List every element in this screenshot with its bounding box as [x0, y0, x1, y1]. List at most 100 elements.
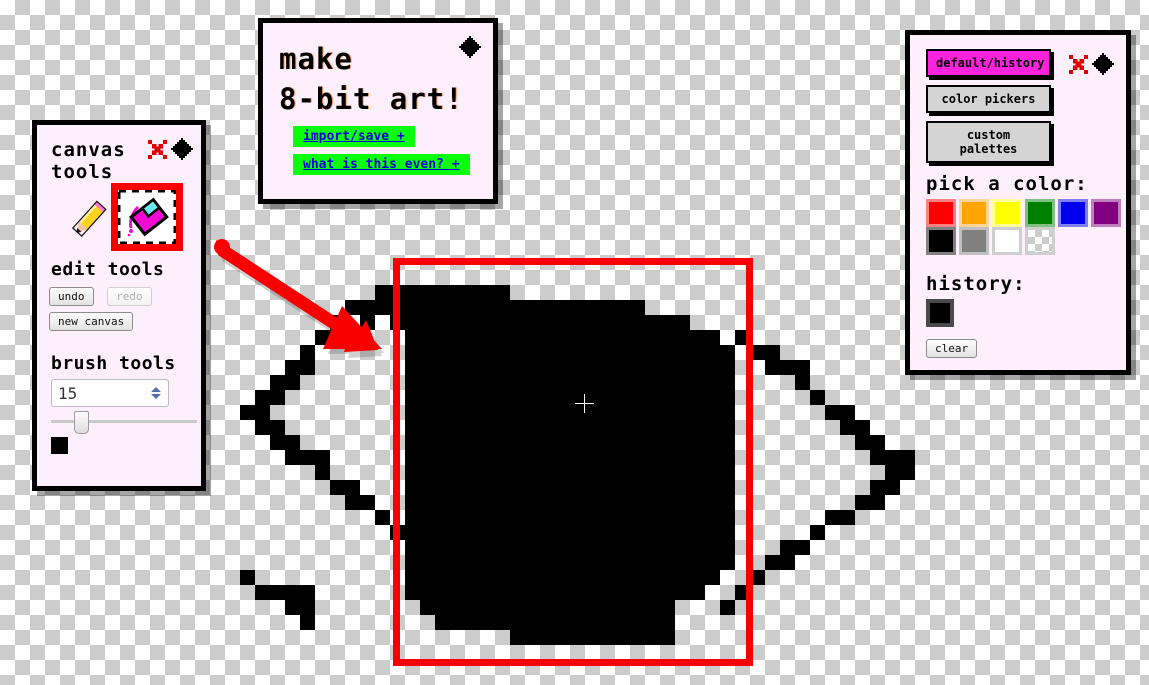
canvas-pixel-run [255, 420, 285, 435]
canvas-pixel-run [810, 525, 825, 540]
canvas-pixel-run [405, 585, 705, 600]
stepper-down-icon[interactable] [151, 394, 161, 399]
clear-history-button[interactable]: clear [926, 339, 978, 358]
canvas-pixel-run [405, 330, 720, 345]
canvas-pixel-run [405, 360, 735, 375]
canvas-pixel-run [750, 345, 780, 360]
canvas-pixel-run [360, 315, 375, 330]
canvas-pixel-run [285, 360, 300, 375]
canvas-pixel-run [255, 585, 315, 600]
swatch-yellow[interactable] [992, 199, 1022, 227]
canvas-pixel-run [300, 615, 315, 630]
color-swatch-grid [926, 199, 1121, 255]
canvas-pixel-run [330, 315, 345, 330]
brush-size-slider-thumb[interactable] [74, 411, 89, 434]
move-arrows-icon[interactable] [171, 138, 193, 160]
canvas-pixel-run [405, 465, 735, 480]
canvas-pixel-run [285, 450, 330, 465]
palette-panel-controls [1069, 53, 1114, 75]
canvas-pixel-run [345, 300, 360, 315]
pick-a-color-heading: pick a color: [926, 173, 1088, 195]
canvas-pixel-run [405, 570, 720, 585]
canvas-pixel-run [735, 330, 750, 345]
tab-custom-palettes[interactable]: custom palettes [926, 121, 1051, 163]
canvas-pixel-run [300, 360, 315, 375]
canvas-pixel-run [795, 375, 810, 390]
canvas-pixel-run [390, 525, 405, 540]
canvas-pixel-run [420, 600, 465, 615]
what-is-this-link[interactable]: what is this even? + [293, 154, 470, 175]
canvas-pixel-run [345, 495, 375, 510]
app-title-panel: make 8-bit art! import/save + what is th… [258, 18, 498, 204]
canvas-pixel-run [510, 630, 675, 645]
tab-color-pickers[interactable]: color pickers [926, 85, 1051, 113]
tool-icon-row [49, 183, 189, 251]
canvas-pixel-run [855, 495, 885, 510]
brush-size-slider[interactable] [51, 411, 197, 434]
swatch-red[interactable] [926, 199, 956, 227]
swatch-blue[interactable] [1058, 199, 1088, 227]
canvas-pixel-run [810, 390, 825, 405]
import-save-link[interactable]: import/save + [293, 126, 415, 147]
canvas-pixel-run [435, 285, 480, 300]
pencil-icon[interactable] [71, 195, 109, 241]
swatch-white[interactable] [992, 227, 1022, 255]
canvas-pixel-run [855, 435, 885, 450]
canvas-pixel-run [735, 585, 750, 600]
canvas-pixel-run [375, 510, 390, 525]
tab-default-history[interactable]: default/history [926, 49, 1051, 77]
close-x-icon[interactable] [1069, 54, 1088, 74]
swatch-orange[interactable] [959, 199, 989, 227]
swatch-transparent[interactable] [1025, 227, 1055, 255]
history-heading: history: [926, 273, 1026, 295]
new-canvas-button[interactable]: new canvas [49, 312, 134, 331]
canvas-pixel-run [405, 450, 735, 465]
canvas-pixel-run [435, 615, 675, 630]
edit-tools-heading: edit tools [51, 259, 165, 280]
canvas-pixel-run [495, 300, 510, 315]
canvas-pixel-run [525, 300, 645, 315]
canvas-pixel-run [330, 480, 360, 495]
edit-tools-buttons: undo redo new canvas [49, 285, 189, 335]
canvas-pixel-run [390, 285, 405, 300]
close-x-icon[interactable] [148, 139, 167, 159]
swatch-black[interactable] [926, 227, 956, 255]
canvas-pixel-run [285, 600, 315, 615]
paint-bucket-icon[interactable] [111, 183, 183, 251]
canvas-pixel-run [255, 390, 270, 405]
canvas-pixel-run [720, 600, 735, 615]
canvas-pixel-run [405, 405, 735, 420]
swatch-purple[interactable] [1091, 199, 1121, 227]
canvas-pixel-run [315, 465, 330, 480]
swatch-gray[interactable] [959, 227, 989, 255]
stepper-up-icon[interactable] [151, 387, 161, 392]
brush-size-stepper[interactable] [148, 380, 164, 406]
canvas-pixel-run [405, 510, 735, 525]
canvas-pixel-run [840, 420, 870, 435]
canvas-tools-title: canvas tools [51, 139, 126, 183]
canvas-pixel-run [765, 360, 810, 375]
canvas-pixel-run [405, 435, 735, 450]
canvas-pixel-run [270, 390, 285, 405]
brush-tools-heading: brush tools [51, 353, 176, 374]
brush-size-input[interactable] [52, 380, 148, 406]
canvas-pixel-run [405, 315, 690, 330]
undo-button[interactable]: undo [49, 287, 94, 306]
canvas-pixel-run [240, 570, 255, 585]
title-links: import/save + what is this even? + [275, 119, 481, 175]
canvas-pixel-run [405, 390, 735, 405]
canvas-pixel-run [300, 345, 315, 360]
current-brush-color-swatch[interactable] [51, 437, 68, 454]
canvas-pixel-run [390, 315, 405, 330]
canvas-pixel-run [405, 345, 735, 360]
move-arrows-icon[interactable] [459, 36, 481, 58]
canvas-pixel-run [780, 540, 810, 555]
redo-button[interactable]: redo [107, 287, 152, 306]
canvas-pixel-run [240, 405, 270, 420]
tools-panel-controls [148, 138, 193, 160]
swatch-green[interactable] [1025, 199, 1055, 227]
canvas-pixel-run [825, 405, 855, 420]
history-color-swatch[interactable] [926, 299, 954, 327]
move-arrows-icon[interactable] [1092, 53, 1114, 75]
canvas-pixel-run [405, 525, 735, 540]
